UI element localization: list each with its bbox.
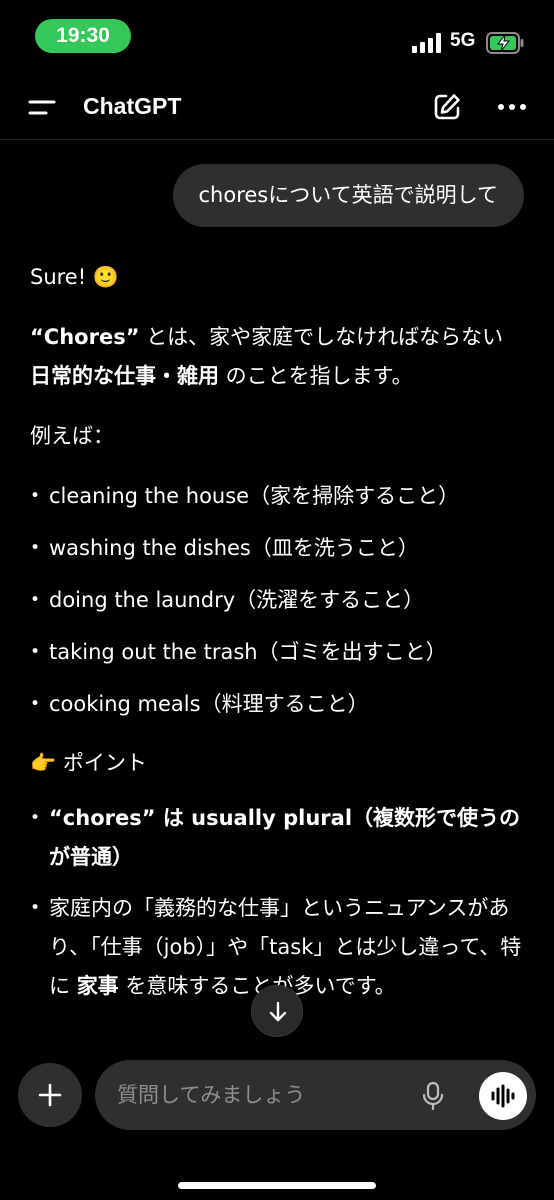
status-bar: 19:30 5G <box>0 0 554 74</box>
list-item: taking out the trash（ゴミを出すこと） <box>30 633 530 672</box>
home-indicator <box>178 1182 376 1189</box>
definition-tail: のことを指します。 <box>219 364 413 388</box>
chat-screen: 19:30 5G ChatGPT choresについて英語で説明して Sure!… <box>0 0 554 1200</box>
more-options-icon[interactable] <box>497 102 527 112</box>
examples-heading: 例えば： <box>30 424 114 448</box>
scroll-down-button[interactable] <box>251 985 303 1037</box>
user-message-bubble: choresについて英語で説明して <box>172 164 524 227</box>
point-housework: 家事 <box>76 974 119 998</box>
definition-text: とは、家や家庭でしなければならない <box>139 325 504 349</box>
signal-icon <box>412 33 441 53</box>
arrow-down-icon <box>269 1001 287 1022</box>
plus-icon <box>38 1083 62 1107</box>
point-plural: “chores” は usually plural（複数形で使うのが普通） <box>49 806 521 869</box>
menu-icon[interactable] <box>28 96 56 120</box>
battery-charging-icon <box>486 32 524 54</box>
attach-button[interactable] <box>18 1063 82 1127</box>
examples-list: cleaning the house（家を掃除すること） washing the… <box>30 477 530 724</box>
definition-term: “Chores” <box>30 325 140 349</box>
microphone-icon[interactable] <box>421 1081 445 1111</box>
assistant-greeting: Sure! 🙂 <box>30 265 119 289</box>
voice-mode-button[interactable] <box>479 1072 527 1120</box>
app-header: ChatGPT <box>0 74 554 140</box>
status-time: 19:30 <box>35 19 131 53</box>
list-item: cooking meals（料理すること） <box>30 685 530 724</box>
new-chat-icon[interactable] <box>432 92 462 122</box>
composer <box>95 1060 536 1130</box>
message-input[interactable] <box>117 1060 407 1130</box>
voice-wave-icon <box>491 1084 515 1108</box>
list-item: doing the laundry（洗濯をすること） <box>30 581 530 620</box>
network-type: 5G <box>450 30 476 51</box>
definition-emphasis: 日常的な仕事・雑用 <box>30 364 219 388</box>
points-list: “chores” は usually plural（複数形で使うのが普通） 家庭… <box>30 799 530 1006</box>
list-item: washing the dishes（皿を洗うこと） <box>30 529 530 568</box>
assistant-definition: “Chores” とは、家や家庭でしなければならない 日常的な仕事・雑用 のこと… <box>30 318 530 396</box>
list-item: “chores” は usually plural（複数形で使うのが普通） <box>30 799 530 877</box>
app-title: ChatGPT <box>83 93 182 119</box>
assistant-message: Sure! 🙂 “Chores” とは、家や家庭でしなければならない 日常的な仕… <box>30 258 530 1026</box>
point-heading: 👉 ポイント <box>30 751 147 775</box>
list-item: cleaning the house（家を掃除すること） <box>30 477 530 516</box>
